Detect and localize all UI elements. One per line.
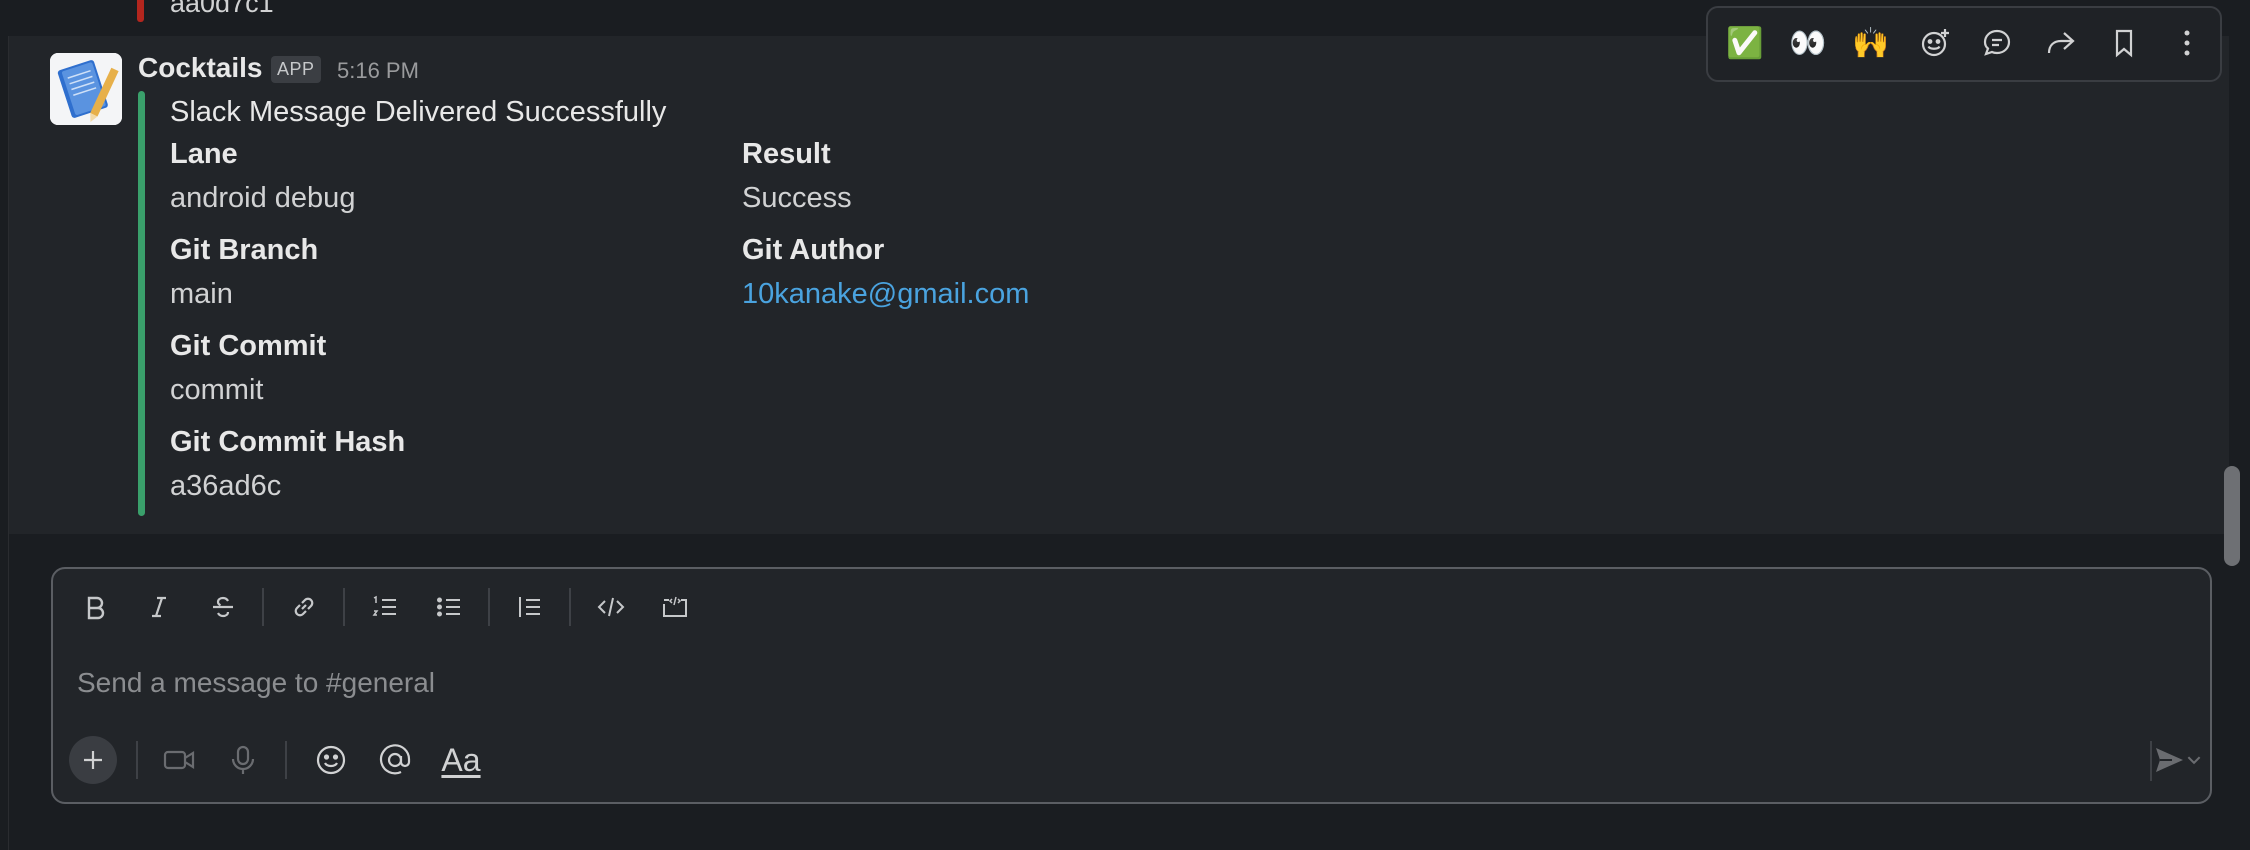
notebook-avatar-icon bbox=[50, 53, 122, 125]
forward-icon[interactable] bbox=[2038, 20, 2084, 66]
more-actions-icon[interactable] bbox=[2164, 20, 2210, 66]
field-label-git-commit: Git Commit bbox=[170, 330, 327, 362]
field-label-git-commit-hash: Git Commit Hash bbox=[170, 426, 406, 458]
bookmark-icon[interactable] bbox=[2101, 20, 2147, 66]
toolbar-divider bbox=[569, 588, 571, 626]
toolbar-divider bbox=[343, 588, 345, 626]
raised-hands-emoji-reaction-button[interactable]: 🙌 bbox=[1848, 20, 1894, 66]
italic-icon[interactable] bbox=[137, 585, 181, 629]
microphone-icon[interactable] bbox=[219, 736, 267, 784]
plus-icon[interactable] bbox=[69, 736, 117, 784]
message[interactable]: Cocktails APP 5:16 PM Slack Message Deli… bbox=[9, 36, 2229, 534]
bulleted-list-icon[interactable] bbox=[427, 585, 471, 629]
field-value-lane: android debug bbox=[170, 182, 356, 214]
attachment-title: Slack Message Delivered Successfully bbox=[170, 96, 667, 128]
left-edge-divider bbox=[0, 0, 9, 850]
toolbar-divider bbox=[262, 588, 264, 626]
check-emoji-reaction-button[interactable]: ✅ bbox=[1722, 20, 1768, 66]
eyes-emoji-reaction-button[interactable]: 👀 bbox=[1785, 20, 1831, 66]
code-icon[interactable] bbox=[589, 585, 633, 629]
previous-message-text: aa0d7c1 bbox=[170, 0, 274, 18]
strikethrough-icon[interactable] bbox=[201, 585, 245, 629]
blockquote-icon[interactable] bbox=[508, 585, 552, 629]
git-author-email-link[interactable]: 10kanake@gmail.com bbox=[742, 278, 1029, 311]
field-value-result: Success bbox=[742, 182, 852, 214]
reply-thread-icon[interactable] bbox=[1974, 20, 2020, 66]
message-composer: Send a message to #general Aa bbox=[51, 567, 2212, 804]
formatting-icon[interactable]: Aa bbox=[437, 736, 485, 784]
sender-name[interactable]: Cocktails bbox=[138, 52, 263, 84]
attachment-accent-bar bbox=[138, 91, 145, 516]
field-value-git-commit: commit bbox=[170, 374, 264, 406]
message-hover-actions: ✅ 👀 🙌 bbox=[1706, 6, 2222, 82]
emoji-icon[interactable] bbox=[307, 736, 355, 784]
app-badge: APP bbox=[271, 56, 321, 83]
field-label-git-author: Git Author bbox=[742, 234, 885, 266]
field-label-result: Result bbox=[742, 138, 831, 170]
previous-accent-bar bbox=[137, 0, 144, 22]
message-input[interactable] bbox=[73, 657, 2077, 713]
avatar[interactable] bbox=[50, 53, 122, 125]
toolbar-divider bbox=[136, 741, 138, 779]
link-icon[interactable] bbox=[282, 585, 326, 629]
video-icon[interactable] bbox=[155, 736, 203, 784]
field-label-lane: Lane bbox=[170, 138, 238, 170]
field-label-git-branch: Git Branch bbox=[170, 234, 319, 266]
ordered-list-icon[interactable] bbox=[363, 585, 407, 629]
mention-icon[interactable] bbox=[371, 736, 419, 784]
toolbar-divider bbox=[488, 588, 490, 626]
field-value-git-branch: main bbox=[170, 278, 233, 310]
scrollbar-thumb[interactable] bbox=[2224, 466, 2240, 566]
toolbar-divider bbox=[285, 741, 287, 779]
bold-icon[interactable] bbox=[73, 585, 117, 629]
message-timestamp[interactable]: 5:16 PM bbox=[337, 58, 419, 84]
field-value-git-commit-hash: a36ad6c bbox=[170, 470, 282, 502]
code-block-icon[interactable] bbox=[653, 585, 697, 629]
chevron-down-icon[interactable] bbox=[2178, 736, 2210, 784]
add-reaction-icon[interactable] bbox=[1912, 20, 1958, 66]
